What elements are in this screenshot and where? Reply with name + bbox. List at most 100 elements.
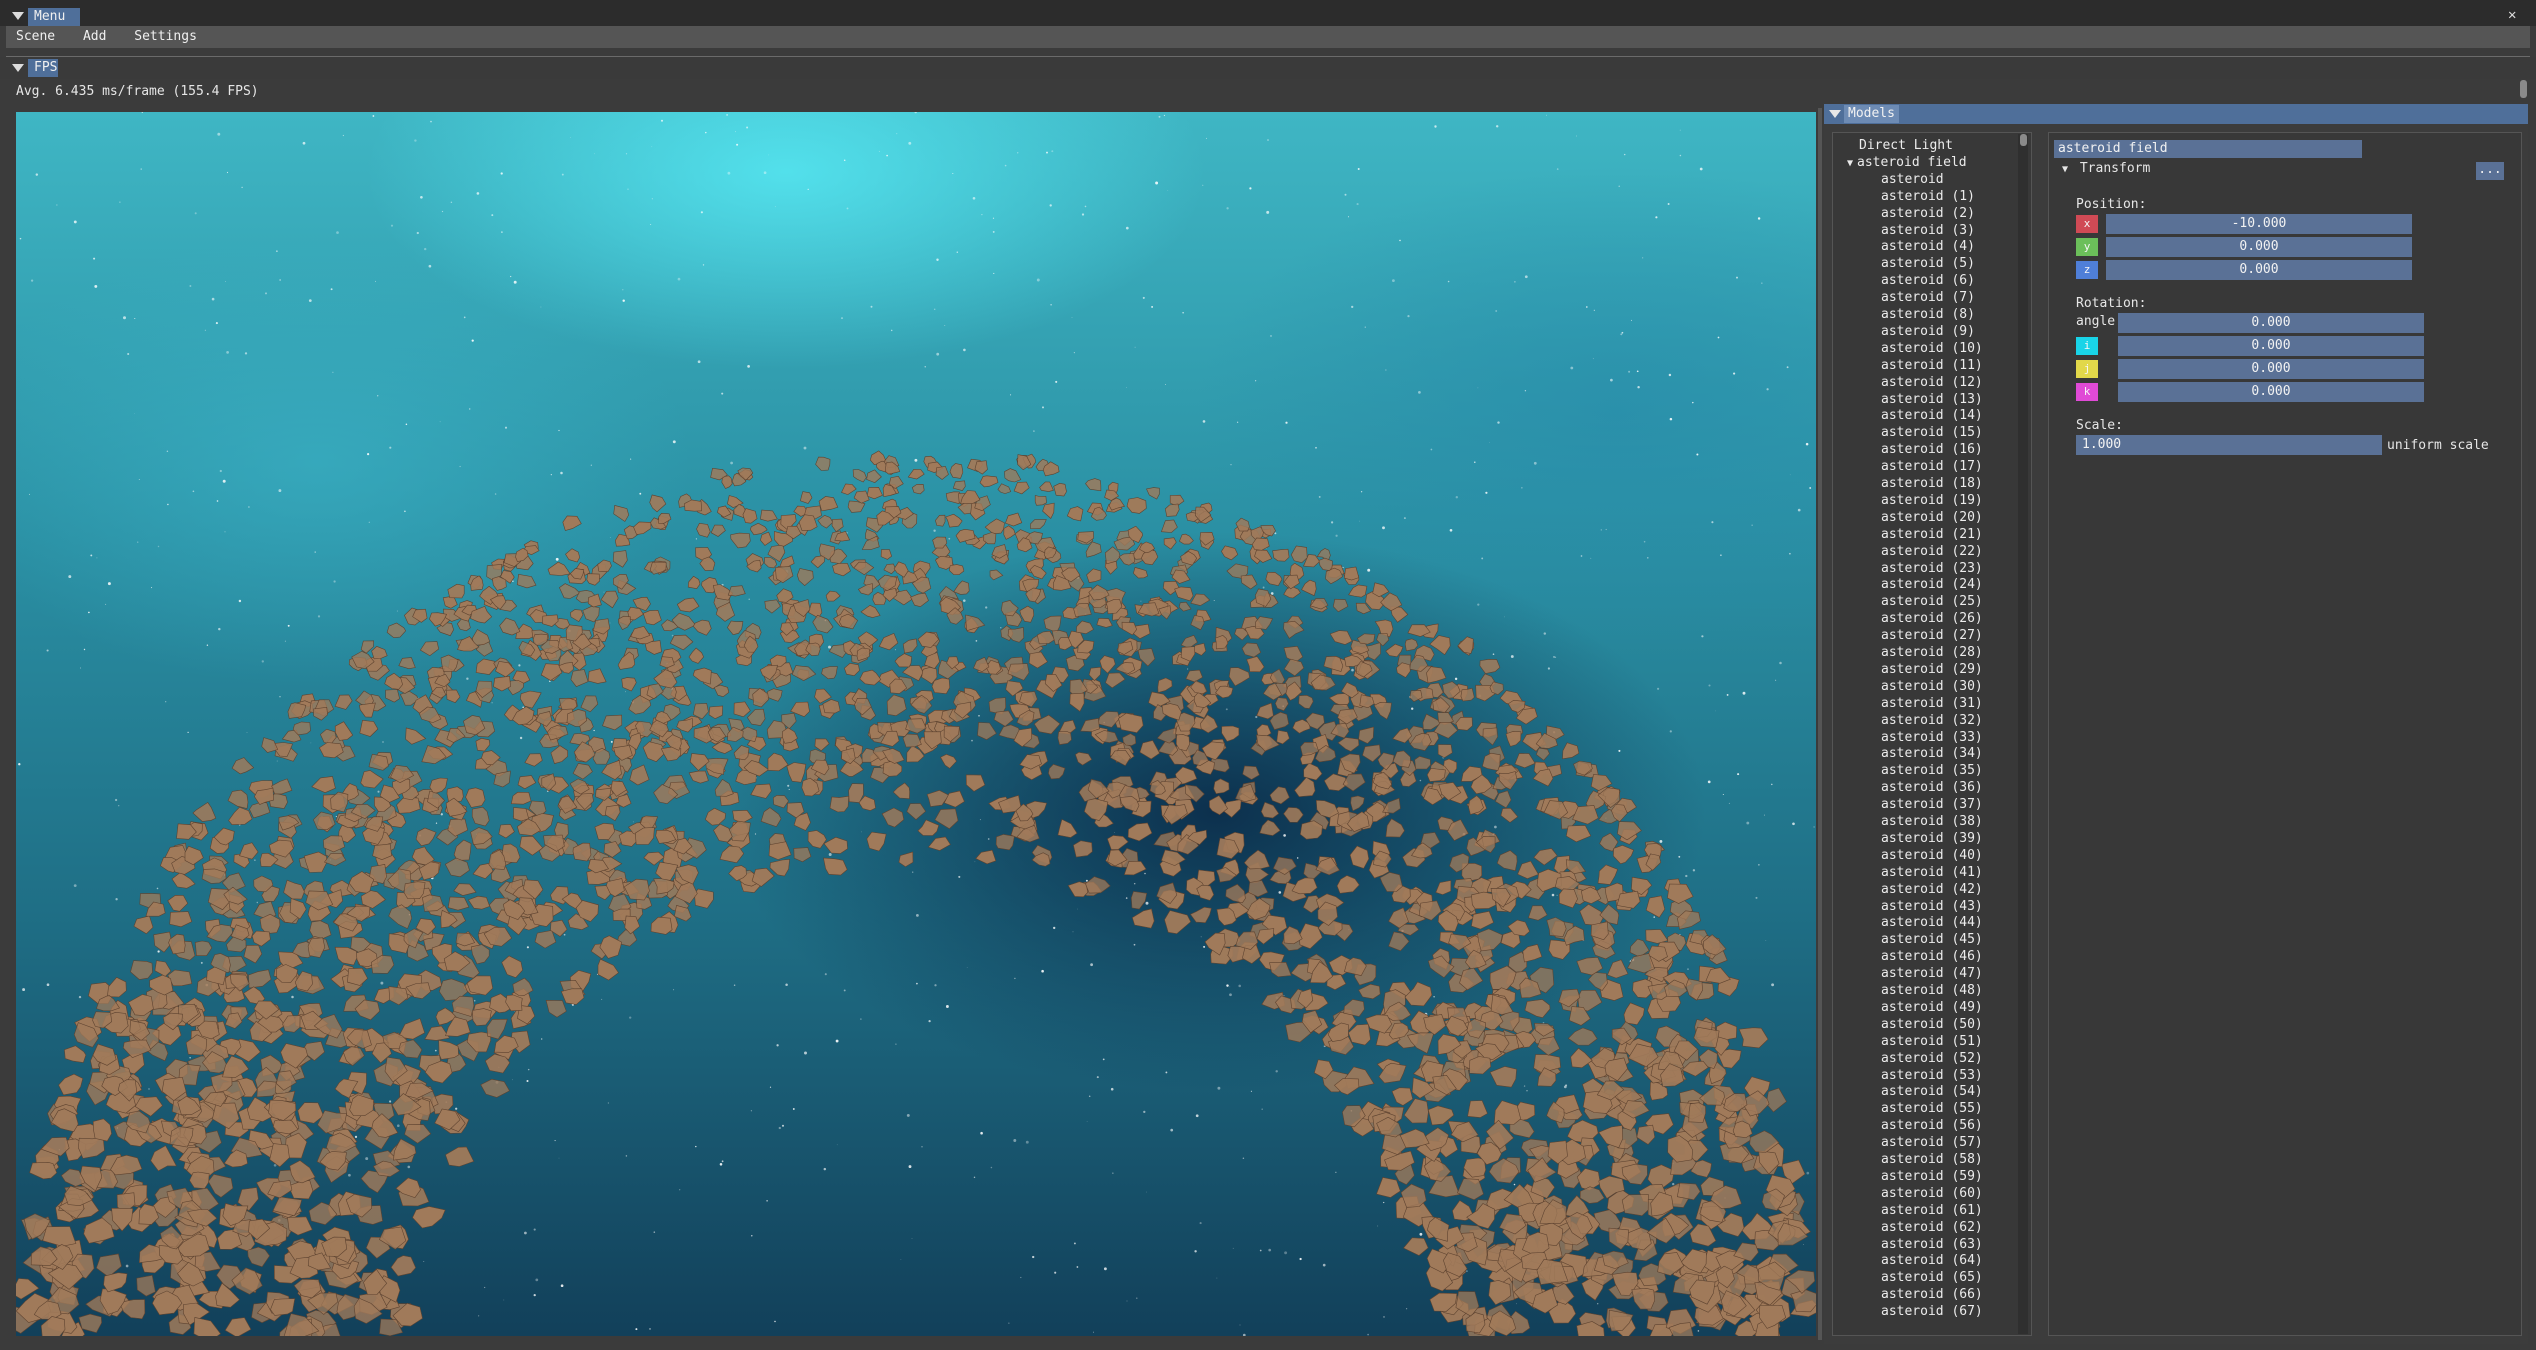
- tree-item-asteroid[interactable]: asteroid (3): [1881, 222, 1975, 239]
- tree-item-asteroid[interactable]: asteroid (2): [1881, 205, 1975, 222]
- tree-item-asteroid[interactable]: asteroid (4): [1881, 238, 1975, 255]
- angle-field[interactable]: 0.000: [2118, 313, 2424, 333]
- tree-item-asteroid[interactable]: asteroid (5): [1881, 255, 1975, 272]
- tree-item-asteroid[interactable]: asteroid (38): [1881, 813, 1983, 830]
- tree-item-asteroid[interactable]: asteroid (67): [1881, 1303, 1983, 1320]
- tree-item-asteroid[interactable]: asteroid (36): [1881, 779, 1983, 796]
- tree-item-asteroid[interactable]: asteroid (21): [1881, 526, 1983, 543]
- tree-item-asteroid[interactable]: asteroid (26): [1881, 610, 1983, 627]
- tree-item-asteroid[interactable]: asteroid (32): [1881, 712, 1983, 729]
- tree-item-asteroid[interactable]: asteroid (19): [1881, 492, 1983, 509]
- menu-item-add[interactable]: Add: [73, 26, 116, 48]
- position-y-field[interactable]: 0.000: [2106, 237, 2412, 257]
- tree-item-asteroid[interactable]: asteroid (64): [1881, 1252, 1983, 1269]
- tree-item-asteroid[interactable]: asteroid (27): [1881, 627, 1983, 644]
- transform-header[interactable]: ▼ Transform: [2062, 160, 2150, 179]
- tree-item-asteroid[interactable]: asteroid (50): [1881, 1016, 1983, 1033]
- menu-window-tab[interactable]: Menu: [28, 8, 80, 26]
- tree-item-asteroid[interactable]: asteroid (28): [1881, 644, 1983, 661]
- tree-item-asteroid[interactable]: asteroid (35): [1881, 762, 1983, 779]
- tree-item-asteroid[interactable]: asteroid (44): [1881, 914, 1983, 931]
- position-z-field[interactable]: 0.000: [2106, 260, 2412, 280]
- tree-item-asteroid[interactable]: asteroid (22): [1881, 543, 1983, 560]
- menu-item-settings[interactable]: Settings: [124, 26, 207, 48]
- position-x-field[interactable]: -10.000: [2106, 214, 2412, 234]
- rotation-i-field[interactable]: 0.000: [2118, 336, 2424, 356]
- tree-item-direct-light[interactable]: Direct Light: [1859, 137, 1953, 154]
- rotation-k-field[interactable]: 0.000: [2118, 382, 2424, 402]
- tree-item-asteroid[interactable]: asteroid (41): [1881, 864, 1983, 881]
- tree-item-asteroid[interactable]: asteroid (51): [1881, 1033, 1983, 1050]
- asteroid: [1028, 651, 1048, 669]
- tree-item-asteroid[interactable]: asteroid (39): [1881, 830, 1983, 847]
- tree-item-asteroid[interactable]: asteroid (46): [1881, 948, 1983, 965]
- tree-item-asteroid-field[interactable]: ▼ asteroid field: [1847, 154, 1967, 171]
- tree-item-asteroid[interactable]: asteroid (61): [1881, 1202, 1983, 1219]
- tree-item-asteroid[interactable]: asteroid: [1881, 171, 1944, 188]
- tree-item-asteroid[interactable]: asteroid (59): [1881, 1168, 1983, 1185]
- close-icon[interactable]: ✕: [2508, 7, 2516, 23]
- tree-item-asteroid[interactable]: asteroid (52): [1881, 1050, 1983, 1067]
- tree-item-asteroid[interactable]: asteroid (60): [1881, 1185, 1983, 1202]
- fps-window-tab[interactable]: FPS: [28, 59, 58, 77]
- tree-item-asteroid[interactable]: asteroid (47): [1881, 965, 1983, 982]
- tree-item-asteroid[interactable]: asteroid (8): [1881, 306, 1975, 323]
- tree-scrollbar[interactable]: [2018, 134, 2028, 1334]
- fps-scrollbar[interactable]: [2520, 80, 2527, 98]
- tree-item-asteroid[interactable]: asteroid (18): [1881, 475, 1983, 492]
- models-window-tab[interactable]: Models: [1844, 105, 1899, 123]
- tree-item-asteroid[interactable]: asteroid (58): [1881, 1151, 1983, 1168]
- tree-item-asteroid[interactable]: asteroid (17): [1881, 458, 1983, 475]
- tree-item-asteroid[interactable]: asteroid (12): [1881, 374, 1983, 391]
- tree-item-asteroid[interactable]: asteroid (9): [1881, 323, 1975, 340]
- tree-item-asteroid[interactable]: asteroid (42): [1881, 881, 1983, 898]
- tree-item-asteroid[interactable]: asteroid (65): [1881, 1269, 1983, 1286]
- tree-item-asteroid[interactable]: asteroid (29): [1881, 661, 1983, 678]
- tree-expand-icon[interactable]: ▼: [1847, 158, 1853, 169]
- tree-item-asteroid[interactable]: asteroid (56): [1881, 1117, 1983, 1134]
- tree-item-asteroid[interactable]: asteroid (63): [1881, 1236, 1983, 1253]
- tree-item-asteroid[interactable]: asteroid (45): [1881, 931, 1983, 948]
- tree-item-asteroid[interactable]: asteroid (6): [1881, 272, 1975, 289]
- tree-item-asteroid[interactable]: asteroid (20): [1881, 509, 1983, 526]
- menu-collapse-icon[interactable]: [12, 12, 24, 20]
- viewport-divider[interactable]: [1818, 108, 1822, 1340]
- tree-item-asteroid[interactable]: asteroid (53): [1881, 1067, 1983, 1084]
- tree-item-asteroid[interactable]: asteroid (57): [1881, 1134, 1983, 1151]
- tree-item-asteroid[interactable]: asteroid (15): [1881, 424, 1983, 441]
- tree-item-asteroid[interactable]: asteroid (1): [1881, 188, 1975, 205]
- models-collapse-icon[interactable]: [1829, 110, 1841, 118]
- menu-item-scene[interactable]: Scene: [6, 26, 65, 48]
- tree-item-asteroid[interactable]: asteroid (30): [1881, 678, 1983, 695]
- tree-item-asteroid[interactable]: asteroid (11): [1881, 357, 1983, 374]
- rotation-j-field[interactable]: 0.000: [2118, 359, 2424, 379]
- tree-item-asteroid[interactable]: asteroid (25): [1881, 593, 1983, 610]
- tree-scrollbar-thumb[interactable]: [2020, 134, 2027, 146]
- tree-item-asteroid[interactable]: asteroid (43): [1881, 898, 1983, 915]
- tree-item-asteroid[interactable]: asteroid (54): [1881, 1083, 1983, 1100]
- model-name-field[interactable]: asteroid field: [2054, 140, 2362, 158]
- tree-item-asteroid[interactable]: asteroid (34): [1881, 745, 1983, 762]
- transform-more-button[interactable]: ...: [2476, 162, 2504, 180]
- tree-item-asteroid[interactable]: asteroid (13): [1881, 391, 1983, 408]
- tree-item-asteroid[interactable]: asteroid (66): [1881, 1286, 1983, 1303]
- scale-field[interactable]: 1.000: [2076, 435, 2382, 455]
- tree-item-asteroid[interactable]: asteroid (48): [1881, 982, 1983, 999]
- tree-item-asteroid[interactable]: asteroid (7): [1881, 289, 1975, 306]
- tree-item-asteroid[interactable]: asteroid (31): [1881, 695, 1983, 712]
- tree-item-asteroid[interactable]: asteroid (33): [1881, 729, 1983, 746]
- tree-item-asteroid[interactable]: asteroid (49): [1881, 999, 1983, 1016]
- tree-item-asteroid[interactable]: asteroid (23): [1881, 560, 1983, 577]
- tree-item-asteroid[interactable]: asteroid (24): [1881, 576, 1983, 593]
- scene-viewport[interactable]: [16, 112, 1816, 1336]
- tree-item-asteroid[interactable]: asteroid (40): [1881, 847, 1983, 864]
- star: [1797, 508, 1801, 512]
- star: [1270, 335, 1272, 337]
- tree-item-asteroid[interactable]: asteroid (55): [1881, 1100, 1983, 1117]
- tree-item-asteroid[interactable]: asteroid (10): [1881, 340, 1983, 357]
- tree-item-asteroid[interactable]: asteroid (14): [1881, 407, 1983, 424]
- fps-collapse-icon[interactable]: [12, 64, 24, 72]
- tree-item-asteroid[interactable]: asteroid (37): [1881, 796, 1983, 813]
- tree-item-asteroid[interactable]: asteroid (16): [1881, 441, 1983, 458]
- tree-item-asteroid[interactable]: asteroid (62): [1881, 1219, 1983, 1236]
